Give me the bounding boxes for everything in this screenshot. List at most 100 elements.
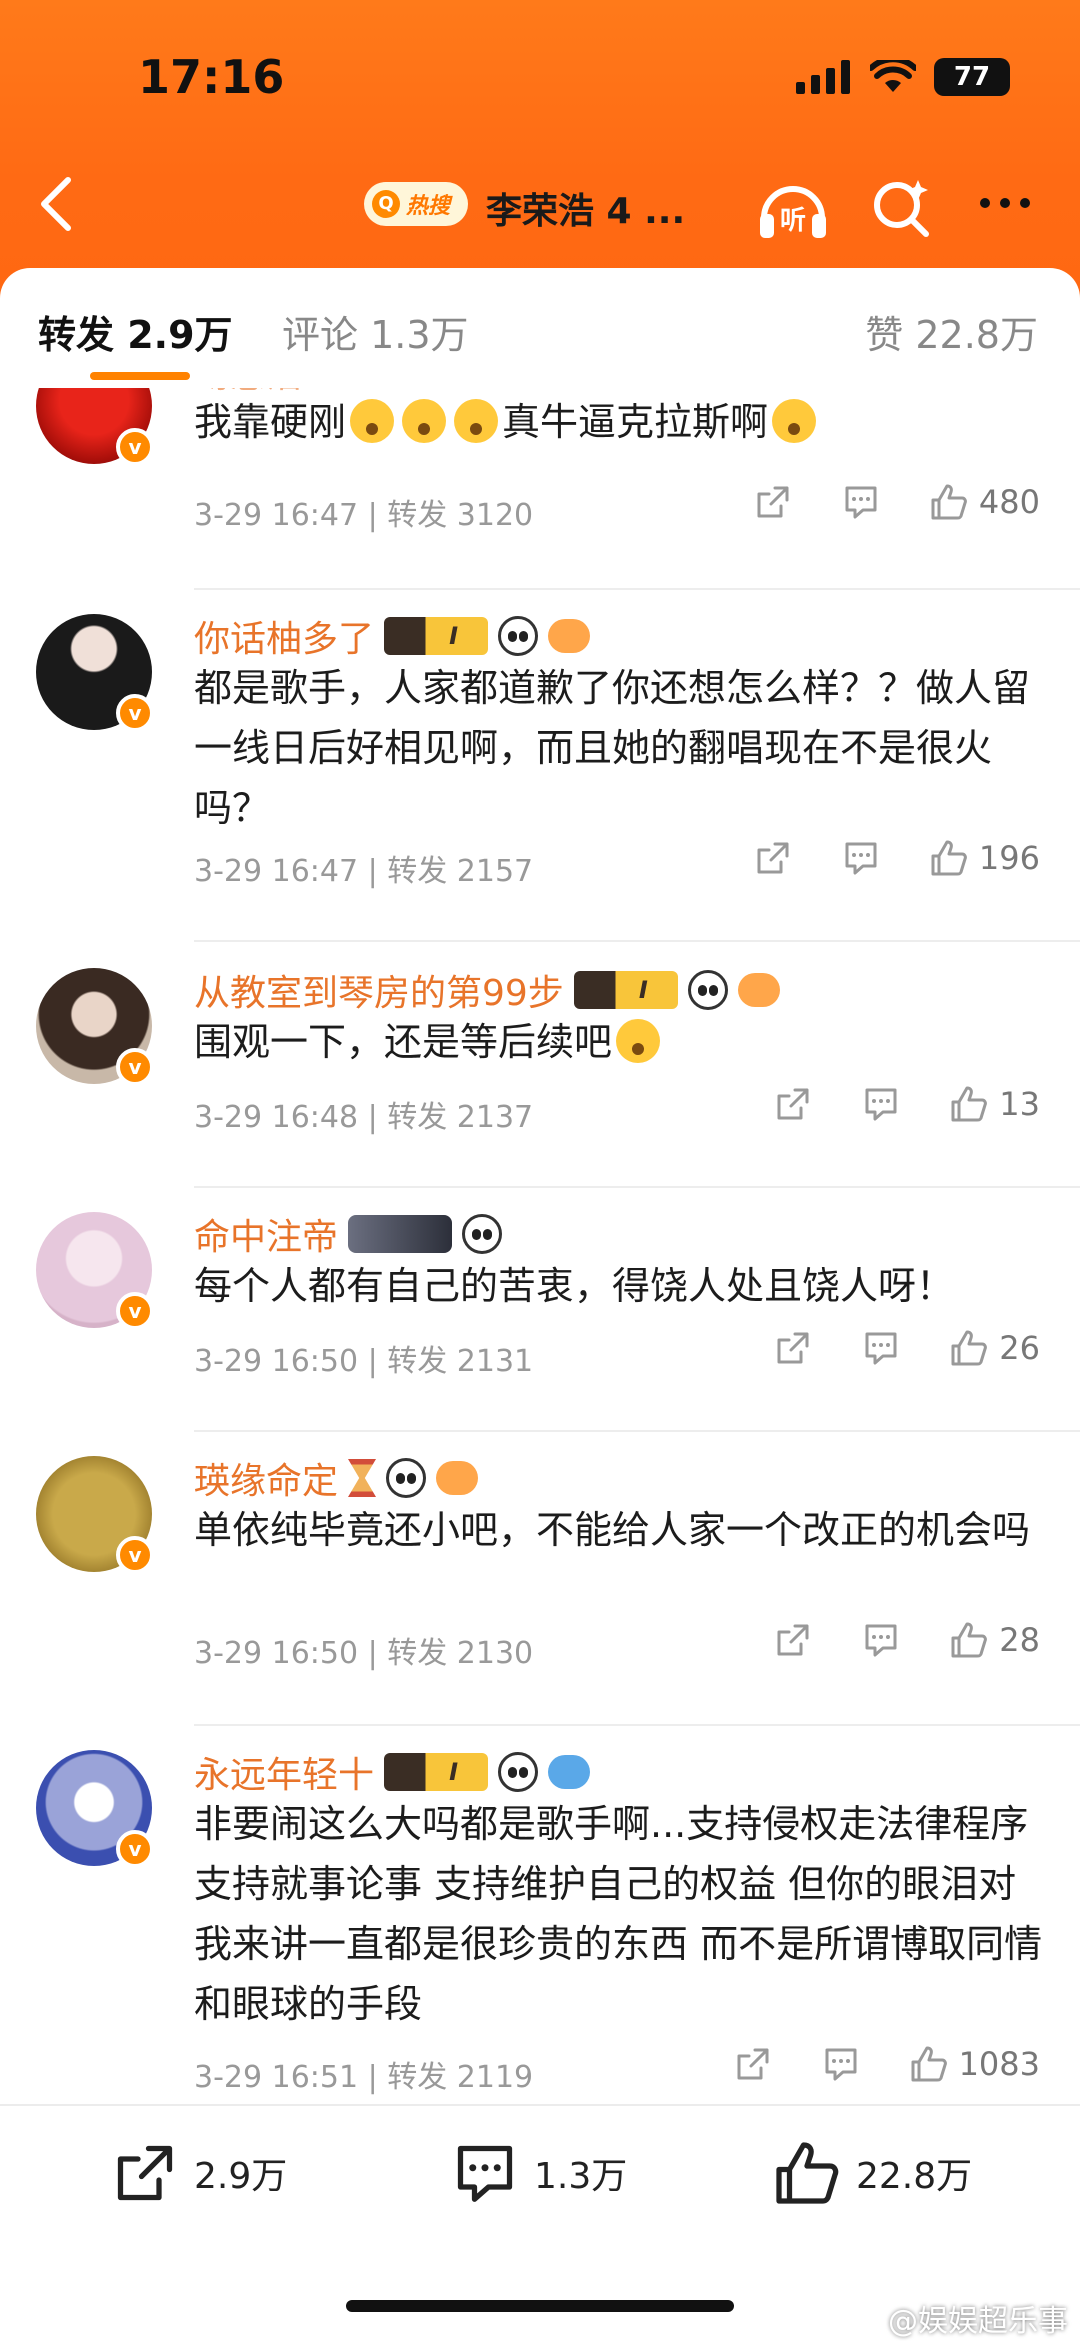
- repost-button[interactable]: [753, 482, 793, 522]
- fish-badge-icon: [737, 973, 780, 1007]
- list-item[interactable]: v 永远年轻十 I 非要闹这么大吗都是歌手啊...支持侵权走法律程序 支持就事论…: [0, 1736, 1080, 2108]
- bottom-comment-count: 1.3万: [534, 2156, 628, 2197]
- comment-meta: 3-29 16:50 | 转发 2130: [194, 1636, 534, 1671]
- like-count: 480: [978, 483, 1040, 521]
- panda-badge-icon: [462, 1214, 503, 1254]
- comment-meta: 3-29 16:50 | 转发 2131: [194, 1344, 534, 1379]
- repost-button[interactable]: [733, 2044, 773, 2084]
- divider: [194, 1186, 1080, 1188]
- page-title[interactable]: 李荣浩 4 ...: [486, 182, 685, 234]
- username[interactable]: 你话柚多了 I: [194, 610, 591, 662]
- active-tab-indicator: [90, 372, 190, 380]
- avatar[interactable]: v: [36, 388, 154, 466]
- list-item[interactable]: v 瑛缘命定 单依纯毕竟还小吧，不能给人家一个改正的机会吗 3-29 16:50…: [0, 1442, 1080, 1734]
- hot-search-chip[interactable]: Q 热搜: [364, 182, 468, 226]
- username[interactable]: 命中注帝: [194, 1208, 503, 1260]
- tab-comment[interactable]: 评论 1.3万: [282, 304, 469, 359]
- comment-button[interactable]: [861, 1328, 901, 1368]
- repost-button[interactable]: [773, 1620, 813, 1660]
- like-button[interactable]: 1083: [909, 2044, 1040, 2084]
- like-button[interactable]: 26: [949, 1328, 1040, 1368]
- tab-bar: 转发 2.9万 评论 1.3万 赞 22.8万: [0, 268, 1080, 380]
- share-icon: [757, 486, 789, 518]
- comment-button[interactable]: [841, 482, 881, 522]
- share-icon: [777, 1088, 809, 1120]
- thumbs-up-icon: [951, 1330, 988, 1366]
- flushed-emoji-icon: [454, 399, 499, 443]
- comment-icon: [845, 486, 877, 519]
- username[interactable]: 永远年轻十 I: [194, 1746, 591, 1798]
- panda-badge-icon: [498, 616, 539, 656]
- share-icon: [757, 842, 789, 874]
- avatar[interactable]: v: [36, 968, 154, 1086]
- comment-button[interactable]: [861, 1620, 901, 1660]
- home-indicator[interactable]: [346, 2300, 734, 2312]
- share-icon: [117, 2145, 173, 2201]
- list-item[interactable]: v 命中注帝 每个人都有自己的苦衷，得饶人处且饶人呀！ 3-29 16:50 |…: [0, 1198, 1080, 1442]
- hourglass-badge-icon: [348, 1459, 377, 1497]
- panda-badge-icon: [386, 1458, 427, 1498]
- comment-button[interactable]: [841, 838, 881, 878]
- verified-badge-icon: v: [116, 1048, 154, 1086]
- thumbs-up-icon: [951, 1086, 988, 1122]
- bottom-like-button[interactable]: 22.8万: [772, 2138, 972, 2208]
- username[interactable]: 瑛缘命定: [194, 1452, 479, 1504]
- back-arrow-icon[interactable]: [28, 174, 88, 234]
- thumbs-up-icon: [931, 484, 967, 520]
- avatar[interactable]: v: [36, 1212, 154, 1330]
- search-icon[interactable]: [868, 174, 934, 240]
- comment-text: 单依纯毕竟还小吧，不能给人家一个改正的机会吗: [194, 1508, 1031, 1552]
- member-crown-icon: I: [384, 617, 489, 655]
- bottom-comment-button[interactable]: 1.3万: [450, 2138, 627, 2208]
- hot-search-label: 热搜: [406, 194, 451, 219]
- comment-text: 都是歌手，人家都道歉了你还想怎么样？？做人留一线日后好相见啊，而且她的翻唱现在不…: [194, 666, 1031, 830]
- signal-icon: [796, 60, 850, 94]
- comment-button[interactable]: [861, 1084, 901, 1124]
- tab-like[interactable]: 赞 22.8万: [865, 304, 1038, 359]
- bottom-repost-count: 2.9万: [194, 2156, 288, 2197]
- list-item[interactable]: v 你话柚多了 I 都是歌手，人家都道歉了你还想怎么样？？做人留一线日后好相见啊…: [0, 600, 1080, 952]
- like-button[interactable]: 480: [929, 482, 1040, 522]
- listen-icon[interactable]: 听: [756, 174, 830, 240]
- comment-icon: [865, 1088, 897, 1121]
- list-item[interactable]: v 吻感浩 我靠硬刚真牛逼克拉斯啊 3-29 16:47 | 转发 3120 4…: [0, 388, 1080, 598]
- repost-button[interactable]: [773, 1084, 813, 1124]
- repost-button[interactable]: [773, 1328, 813, 1368]
- flushed-emoji-icon: [402, 399, 447, 443]
- bottom-repost-button[interactable]: 2.9万: [110, 2138, 287, 2208]
- comment-actions: 1083: [733, 2044, 1040, 2084]
- username[interactable]: 从教室到琴房的第99步 I: [194, 964, 780, 1016]
- comment-icon: [825, 2048, 857, 2081]
- avatar[interactable]: v: [36, 1456, 154, 1574]
- thumbs-up-icon: [931, 840, 967, 876]
- comment-text: 我靠硬刚 真牛逼克拉斯啊: [194, 392, 1044, 452]
- thumbs-up-icon: [911, 2046, 947, 2082]
- like-button[interactable]: 13: [949, 1084, 1040, 1124]
- divider: [194, 588, 1080, 590]
- status-time: 17:16: [138, 50, 285, 104]
- avatar[interactable]: v: [36, 614, 154, 732]
- comment-meta: 3-29 16:47 | 转发 3120: [194, 498, 534, 533]
- comment-meta: 3-29 16:48 | 转发 2137: [194, 1100, 534, 1135]
- hot-search-icon: Q: [372, 190, 400, 218]
- watermark: @娱娱超乐事: [846, 2296, 1068, 2340]
- comment-button[interactable]: [821, 2044, 861, 2084]
- like-count: 28: [999, 1621, 1040, 1659]
- list-item[interactable]: v 从教室到琴房的第99步 I 围观一下，还是等后续吧 3-29 16:48 |…: [0, 954, 1080, 1198]
- bottom-action-bar: 2.9万 1.3万 22.8万: [0, 2104, 1080, 2244]
- comment-icon: [845, 842, 877, 875]
- comments-panel: 转发 2.9万 评论 1.3万 赞 22.8万 v 吻感浩 我靠硬刚真牛逼克拉斯…: [0, 268, 1080, 2341]
- comment-meta: 3-29 16:51 | 转发 2119: [194, 2060, 534, 2095]
- shark-badge-icon: [548, 1755, 591, 1789]
- repost-button[interactable]: [753, 838, 793, 878]
- like-button[interactable]: 28: [949, 1620, 1040, 1660]
- comment-icon: [865, 1332, 897, 1365]
- fish-badge-icon: [436, 1461, 479, 1495]
- member-badge-icon: [348, 1215, 453, 1253]
- like-button[interactable]: 196: [929, 838, 1040, 878]
- more-options-icon[interactable]: [980, 188, 1044, 218]
- flushed-emoji-icon: [772, 399, 817, 443]
- tab-repost[interactable]: 转发 2.9万: [38, 304, 233, 359]
- avatar[interactable]: v: [36, 1750, 154, 1868]
- wifi-icon: [870, 60, 916, 92]
